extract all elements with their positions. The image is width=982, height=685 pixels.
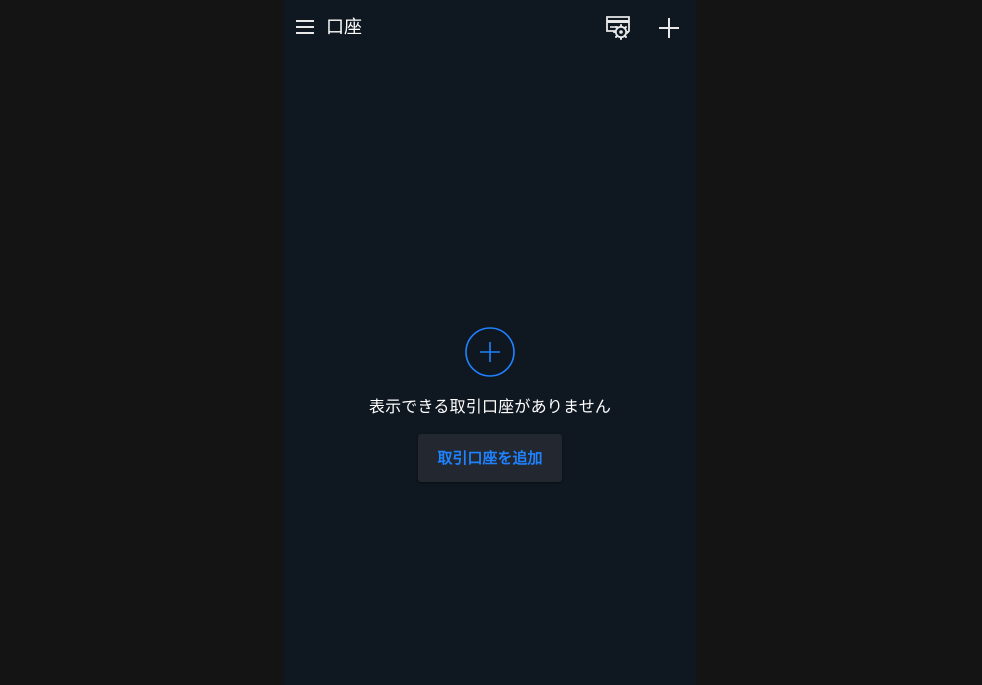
menu-button[interactable] xyxy=(294,16,316,38)
empty-message: 表示できる取引口座がありません xyxy=(368,397,612,416)
account-settings-icon xyxy=(606,16,630,40)
hamburger-menu-icon xyxy=(296,20,314,34)
empty-state: 表示できる取引口座がありません 取引口座を追加 xyxy=(284,326,696,482)
add-trading-account-button[interactable]: 取引口座を追加 xyxy=(418,434,562,482)
top-app-bar: 口座 xyxy=(284,0,696,56)
plus-icon xyxy=(659,18,679,38)
add-account-circle-button[interactable] xyxy=(464,326,516,378)
account-settings-button[interactable] xyxy=(603,13,633,43)
screen: 口座 表示できる取引口座がありません 取引口座を追加 xyxy=(0,0,982,685)
add-account-top-button[interactable] xyxy=(656,15,682,41)
app-window: 口座 表示できる取引口座がありません 取引口座を追加 xyxy=(284,0,696,685)
page-title: 口座 xyxy=(326,17,362,38)
circle-plus-icon xyxy=(465,327,515,377)
